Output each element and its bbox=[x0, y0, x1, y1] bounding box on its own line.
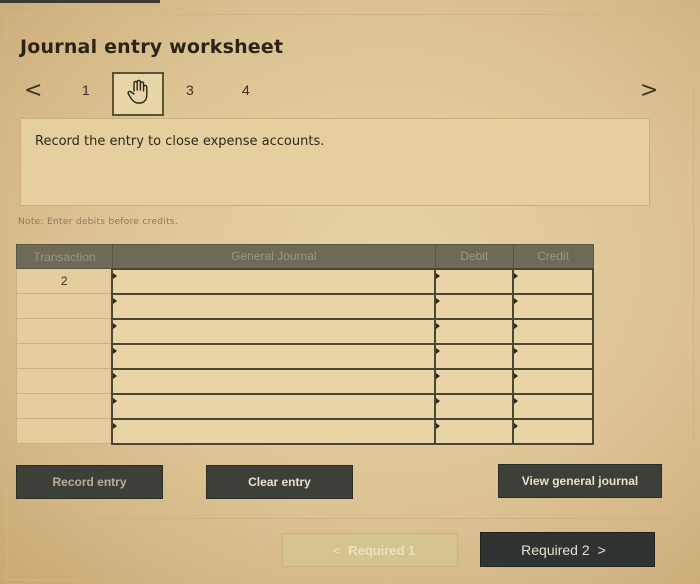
debit-field[interactable] bbox=[434, 417, 515, 445]
account-field[interactable] bbox=[111, 367, 437, 395]
debit-field[interactable] bbox=[434, 317, 515, 345]
transaction-cell: 2 bbox=[16, 268, 113, 294]
account-field[interactable] bbox=[111, 292, 437, 320]
account-field[interactable] bbox=[111, 392, 437, 420]
transaction-cell bbox=[16, 318, 113, 344]
required-2-label: Required 2 bbox=[521, 541, 590, 558]
account-field[interactable] bbox=[111, 417, 437, 445]
debit-field[interactable] bbox=[434, 292, 515, 320]
table-row bbox=[16, 317, 594, 345]
chevron-left-icon: < bbox=[332, 542, 341, 558]
view-general-journal-button[interactable]: View general journal bbox=[498, 464, 662, 498]
transaction-cell bbox=[16, 418, 113, 444]
credit-field[interactable] bbox=[512, 367, 594, 395]
note-text: Note: Enter debits before credits. bbox=[18, 217, 179, 227]
step-2-active[interactable] bbox=[112, 72, 164, 116]
table-row: 2 bbox=[16, 267, 594, 295]
credit-field[interactable] bbox=[512, 342, 594, 370]
debit-field[interactable] bbox=[434, 367, 515, 395]
table-row bbox=[16, 417, 594, 445]
header-general-journal: General Journal bbox=[111, 244, 436, 269]
account-field[interactable] bbox=[111, 342, 437, 370]
step-3[interactable]: 3 bbox=[186, 82, 194, 98]
credit-field[interactable] bbox=[512, 417, 594, 445]
header-transaction: Transaction bbox=[16, 244, 113, 269]
credit-field[interactable] bbox=[512, 267, 594, 295]
journal-entry-table: Transaction General Journal Debit Credit… bbox=[16, 244, 594, 445]
account-field[interactable] bbox=[111, 267, 437, 295]
transaction-cell bbox=[16, 368, 113, 394]
instruction-text: Record the entry to close expense accoun… bbox=[35, 134, 325, 149]
worksheet-title: Journal entry worksheet bbox=[20, 36, 284, 58]
credit-field[interactable] bbox=[512, 292, 594, 320]
next-step-arrow[interactable]: > bbox=[640, 78, 658, 103]
step-navigation: < 1 3 4 > bbox=[0, 72, 700, 116]
footer-divider bbox=[6, 518, 694, 519]
table-row bbox=[16, 292, 594, 320]
credit-field[interactable] bbox=[512, 317, 594, 345]
hand-pointer-icon bbox=[127, 79, 149, 109]
table-header-row: Transaction General Journal Debit Credit bbox=[16, 244, 594, 269]
clear-entry-button[interactable]: Clear entry bbox=[206, 465, 353, 499]
record-entry-button[interactable]: Record entry bbox=[16, 465, 163, 499]
transaction-cell bbox=[16, 393, 113, 419]
table-row bbox=[16, 342, 594, 370]
table-row bbox=[16, 392, 594, 420]
instruction-box: Record the entry to close expense accoun… bbox=[20, 118, 650, 206]
debit-field[interactable] bbox=[434, 267, 515, 295]
credit-field[interactable] bbox=[512, 392, 594, 420]
account-field[interactable] bbox=[111, 317, 437, 345]
debit-field[interactable] bbox=[434, 392, 515, 420]
prev-step-arrow[interactable]: < bbox=[24, 78, 42, 103]
transaction-cell bbox=[16, 293, 113, 319]
header-credit: Credit bbox=[512, 244, 594, 269]
required-1-button[interactable]: < Required 1 bbox=[282, 533, 458, 567]
table-row bbox=[16, 367, 594, 395]
header-debit: Debit bbox=[434, 244, 514, 269]
chevron-right-icon: > bbox=[597, 541, 606, 558]
transaction-cell bbox=[16, 343, 113, 369]
step-1[interactable]: 1 bbox=[82, 82, 90, 98]
step-4[interactable]: 4 bbox=[242, 82, 250, 98]
required-2-button[interactable]: Required 2 > bbox=[480, 532, 655, 567]
required-1-label: Required 1 bbox=[348, 542, 416, 558]
debit-field[interactable] bbox=[434, 342, 515, 370]
top-tab-indicator bbox=[0, 0, 160, 3]
